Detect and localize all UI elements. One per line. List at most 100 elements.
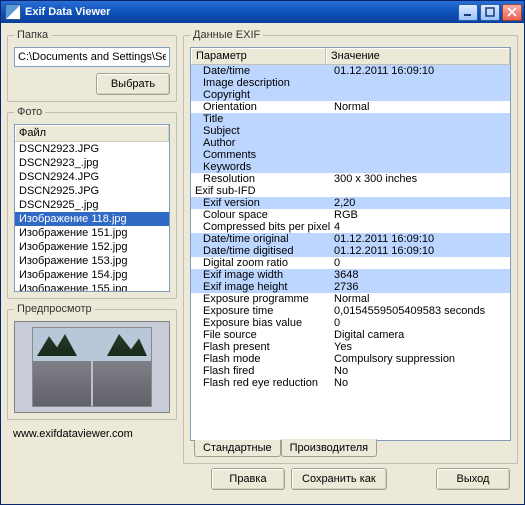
- exif-table: Параметр Значение Date/time01.12.2011 16…: [190, 47, 511, 441]
- edit-button[interactable]: Правка: [211, 468, 285, 490]
- exif-row[interactable]: OrientationNormal: [191, 101, 510, 113]
- exif-param-cell: Keywords: [191, 161, 331, 173]
- exif-param-cell: Exif version: [191, 197, 331, 209]
- window-title: Exif Data Viewer: [25, 6, 458, 18]
- exif-row[interactable]: Exposure time0,0154559505409583 seconds: [191, 305, 510, 317]
- exif-param-cell: Flash mode: [191, 353, 331, 365]
- exif-param-cell: Exif image width: [191, 269, 331, 281]
- exif-value-cell: No: [331, 377, 510, 389]
- exif-row[interactable]: Exif image width3648: [191, 269, 510, 281]
- list-item[interactable]: DSCN2923.JPG: [15, 142, 169, 156]
- exit-button[interactable]: Выход: [436, 468, 510, 490]
- exif-param-cell: Subject: [191, 125, 331, 137]
- exif-row[interactable]: Resolution300 x 300 inches: [191, 173, 510, 185]
- exif-row[interactable]: Exposure programmeNormal: [191, 293, 510, 305]
- exif-row[interactable]: Copyright: [191, 89, 510, 101]
- tab-manufacturer[interactable]: Производителя: [281, 439, 378, 457]
- exif-value-cell: Normal: [331, 101, 510, 113]
- exif-param-cell: Author: [191, 137, 331, 149]
- website-link[interactable]: www.exifdataviewer.com: [13, 428, 133, 440]
- exif-param-cell: Copyright: [191, 89, 331, 101]
- exif-row[interactable]: File sourceDigital camera: [191, 329, 510, 341]
- exif-value-cell: [331, 137, 510, 149]
- exif-legend: Данные EXIF: [190, 29, 263, 41]
- exif-row[interactable]: Exposure bias value0: [191, 317, 510, 329]
- exif-value-cell: [331, 77, 510, 89]
- exif-value-cell: 0: [331, 317, 510, 329]
- browse-button[interactable]: Выбрать: [96, 73, 170, 95]
- exif-value-cell: [331, 89, 510, 101]
- list-item[interactable]: DSCN2925.JPG: [15, 184, 169, 198]
- exif-col-value[interactable]: Значение: [326, 48, 510, 64]
- exif-row[interactable]: Exif image height2736: [191, 281, 510, 293]
- footer-bar: Правка Сохранить как Выход: [183, 468, 518, 498]
- tab-standard[interactable]: Стандартные: [194, 440, 281, 457]
- folder-legend: Папка: [14, 29, 51, 41]
- list-item[interactable]: DSCN2925_.jpg: [15, 198, 169, 212]
- list-item[interactable]: DSCN2923_.jpg: [15, 156, 169, 170]
- exif-value-cell: 0,0154559505409583 seconds: [331, 305, 510, 317]
- list-item[interactable]: Изображение 155.jpg: [15, 282, 169, 292]
- exif-row[interactable]: Comments: [191, 149, 510, 161]
- maximize-button[interactable]: [480, 4, 500, 21]
- exif-param-cell: Exif image height: [191, 281, 331, 293]
- preview-image: [32, 327, 152, 407]
- exif-param-cell: Date/time digitised: [191, 245, 331, 257]
- exif-row[interactable]: Author: [191, 137, 510, 149]
- exif-value-cell: [331, 149, 510, 161]
- exif-row[interactable]: Compressed bits per pixel4: [191, 221, 510, 233]
- exif-value-cell: Yes: [331, 341, 510, 353]
- exif-tabs: Стандартные Производителя: [190, 440, 511, 457]
- exif-param-cell: Colour space: [191, 209, 331, 221]
- exif-value-cell: 2736: [331, 281, 510, 293]
- exif-row[interactable]: Digital zoom ratio0: [191, 257, 510, 269]
- exif-row[interactable]: Flash presentYes: [191, 341, 510, 353]
- exif-value-cell: [331, 185, 510, 197]
- exif-value-cell: 4: [331, 221, 510, 233]
- exif-param-cell: Digital zoom ratio: [191, 257, 331, 269]
- exif-row[interactable]: Subject: [191, 125, 510, 137]
- exif-value-cell: 3648: [331, 269, 510, 281]
- exif-value-cell: [331, 161, 510, 173]
- file-list[interactable]: Файл DSCN2923.JPGDSCN2923_.jpgDSCN2924.J…: [14, 124, 170, 292]
- exif-param-cell: Exposure bias value: [191, 317, 331, 329]
- exif-row[interactable]: Exif version2,20: [191, 197, 510, 209]
- minimize-button[interactable]: [458, 4, 478, 21]
- exif-row[interactable]: Keywords: [191, 161, 510, 173]
- exif-row[interactable]: Title: [191, 113, 510, 125]
- exif-row[interactable]: Flash modeCompulsory suppression: [191, 353, 510, 365]
- list-item[interactable]: Изображение 152.jpg: [15, 240, 169, 254]
- exif-col-param[interactable]: Параметр: [191, 48, 326, 64]
- list-item[interactable]: Изображение 118.jpg: [15, 212, 169, 226]
- exif-row[interactable]: Date/time digitised01.12.2011 16:09:10: [191, 245, 510, 257]
- exif-row[interactable]: Flash red eye reductionNo: [191, 377, 510, 389]
- exif-table-header[interactable]: Параметр Значение: [191, 48, 510, 65]
- close-button[interactable]: [502, 4, 522, 21]
- exif-param-cell: Compressed bits per pixel: [191, 221, 331, 233]
- exif-group-row[interactable]: Exif sub-IFD: [191, 185, 510, 197]
- file-list-header[interactable]: Файл: [15, 125, 169, 142]
- titlebar: Exif Data Viewer: [1, 1, 524, 23]
- app-window: Exif Data Viewer Папка Выбрать Фото Ф: [0, 0, 525, 505]
- list-item[interactable]: Изображение 154.jpg: [15, 268, 169, 282]
- folder-path-input[interactable]: [14, 47, 170, 67]
- list-item[interactable]: Изображение 151.jpg: [15, 226, 169, 240]
- exif-value-cell: 01.12.2011 16:09:10: [331, 65, 510, 77]
- exif-row[interactable]: Colour spaceRGB: [191, 209, 510, 221]
- list-item[interactable]: DSCN2924.JPG: [15, 170, 169, 184]
- exif-row[interactable]: Date/time01.12.2011 16:09:10: [191, 65, 510, 77]
- save-as-button[interactable]: Сохранить как: [291, 468, 387, 490]
- exif-param-cell: Date/time original: [191, 233, 331, 245]
- exif-row[interactable]: Flash firedNo: [191, 365, 510, 377]
- exif-row[interactable]: Image description: [191, 77, 510, 89]
- exif-param-cell: Exif sub-IFD: [191, 185, 331, 197]
- exif-value-cell: 01.12.2011 16:09:10: [331, 233, 510, 245]
- exif-rows-scroll[interactable]: Date/time01.12.2011 16:09:10Image descri…: [191, 65, 510, 440]
- exif-value-cell: RGB: [331, 209, 510, 221]
- exif-value-cell: 0: [331, 257, 510, 269]
- exif-param-cell: Exposure time: [191, 305, 331, 317]
- exif-param-cell: Resolution: [191, 173, 331, 185]
- exif-row[interactable]: Date/time original01.12.2011 16:09:10: [191, 233, 510, 245]
- list-item[interactable]: Изображение 153.jpg: [15, 254, 169, 268]
- exif-param-cell: Exposure programme: [191, 293, 331, 305]
